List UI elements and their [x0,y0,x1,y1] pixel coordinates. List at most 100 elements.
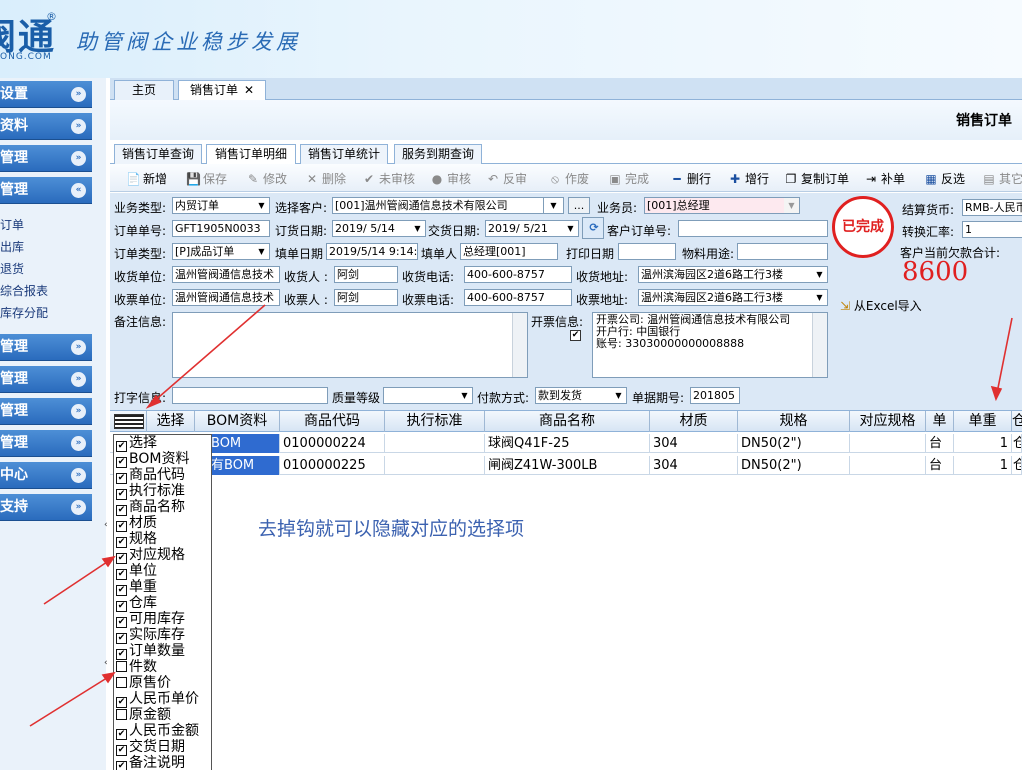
invoice-phone-field[interactable]: 400-600-8757 [464,289,572,306]
column-toggle-item[interactable]: ✔ 商品名称 [116,500,185,516]
cell-unit[interactable]: 台 [926,456,954,475]
tab-order-detail[interactable]: 销售订单明细 [206,144,296,165]
column-chooser-button[interactable] [110,411,147,432]
column-header[interactable]: 执行标准 [385,411,485,432]
tab-service-expiry[interactable]: 服务到期查询 [394,144,482,164]
currency-select[interactable]: RMB-人民币 [962,199,1022,216]
sidebar-item-manage-2[interactable]: 管理 « [0,177,92,204]
cell-unit[interactable]: 台 [926,434,954,453]
delivery-date-picker[interactable]: 2019/ 5/21 ▼ [485,220,579,237]
column-toggle-item[interactable]: 件数 [116,660,157,676]
scrollbar[interactable] [812,313,827,377]
save-button[interactable]: 💾 保存 [186,170,227,188]
cell-weight[interactable]: 1 [954,434,1012,453]
checkbox-checked-icon[interactable]: ✔ [116,457,127,468]
column-toggle-item[interactable]: ✔ 实际库存 [116,628,185,644]
cell-material[interactable]: 304 [650,434,738,453]
column-toggle-item[interactable]: ✔ 交货日期 [116,740,185,756]
sidebar-subitem-order[interactable]: 订单 [0,216,24,233]
salesman-select[interactable]: [001]总经理 ▼ [644,197,800,214]
delete-row-button[interactable]: ━ 删行 [670,170,711,188]
column-toggle-item[interactable]: ✔ 人民币单价 [116,692,199,708]
sidebar-item-support[interactable]: 支持 » [0,494,92,521]
material-use-field[interactable] [737,243,828,260]
receiver-addr-select[interactable]: 温州滨海园区2道6路工行3楼 ▼ [638,266,828,283]
supplement-button[interactable]: ⇥ 补单 [864,170,905,188]
cell-name[interactable]: 球阀Q41F-25 [485,434,650,453]
sidebar-subitem-report[interactable]: 综合报表 [0,282,48,299]
business-type-select[interactable]: 内贸订单 ▼ [172,197,270,214]
cell-spec[interactable]: DN50(2") [738,434,850,453]
fill-date-field[interactable]: 2019/5/14 9:14: [326,243,418,260]
sidebar-subitem-stock-allocation[interactable]: 库存分配 [0,304,48,321]
complete-button[interactable]: ▣ 完成 [608,170,649,188]
other-button[interactable]: ▤ 其它 [982,170,1022,188]
checkbox-checked-icon[interactable]: ✔ [116,505,127,516]
tab-order-statistics[interactable]: 销售订单统计 [300,144,388,164]
column-header[interactable]: 仓 [1012,411,1022,432]
receiver-unit-field[interactable]: 温州管阀通信息技术 [172,266,280,283]
column-toggle-item[interactable]: ✔ 订单数量 [116,644,185,660]
void-button[interactable]: ⦸ 作废 [548,170,589,188]
column-toggle-item[interactable]: ✔ 商品代码 [116,468,185,484]
cell-weight[interactable]: 1 [954,456,1012,475]
column-toggle-item[interactable]: ✔ 材质 [116,516,157,532]
scrollbar[interactable] [512,313,527,377]
checkbox-checked-icon[interactable]: ✔ [116,745,127,756]
close-icon[interactable]: ✕ [244,83,254,97]
excel-import-button[interactable]: ⇲ 从Excel导入 [840,297,922,314]
audit-button[interactable]: ● 审核 [430,170,471,188]
checkbox-checked-icon[interactable]: ✔ [116,569,127,580]
column-toggle-item[interactable]: ✔ 备注说明 [116,756,185,770]
cell-warehouse[interactable]: 仓 [1012,434,1022,453]
column-toggle-item[interactable]: ✔ 执行标准 [116,484,185,500]
column-toggle-item[interactable]: ✔ 单重 [116,580,157,596]
customer-order-field[interactable] [678,220,828,237]
column-toggle-item[interactable]: ✔ 人民币金额 [116,724,199,740]
receiver-field[interactable]: 阿剑 [334,266,398,283]
checkbox-checked-icon[interactable]: ✔ [116,553,127,564]
column-header[interactable]: 商品名称 [485,411,650,432]
checkbox-checked-icon[interactable]: ✔ [116,585,127,596]
order-no-field[interactable]: GFT1905N0033 [172,220,270,237]
cell-material[interactable]: 304 [650,456,738,475]
sidebar-subitem-outbound[interactable]: 出库 [0,238,24,255]
cell-standard[interactable] [385,456,485,475]
column-header[interactable]: 商品代码 [280,411,385,432]
checkbox-unchecked-icon[interactable] [116,709,127,720]
invoice-unit-field[interactable]: 温州管阀通信息技术 [172,289,280,306]
checkbox-checked-icon[interactable]: ✔ [116,537,127,548]
browse-button[interactable]: ... [568,197,590,214]
cell-spec[interactable]: DN50(2") [738,456,850,475]
column-toggle-item[interactable]: ✔ 单位 [116,564,157,580]
reverse-audit-button[interactable]: ↶ 反审 [486,170,527,188]
cell-match-spec[interactable] [850,434,926,453]
column-toggle-item[interactable]: 原金额 [116,708,171,724]
tab-order-query[interactable]: 销售订单查询 [114,144,202,164]
checkbox-checked-icon[interactable]: ✔ [116,697,127,708]
rate-field[interactable]: 1 [962,221,1022,238]
column-header[interactable]: 对应规格 [850,411,926,432]
checkbox-checked-icon[interactable]: ✔ [116,633,127,644]
tab-sales-order[interactable]: 销售订单 ✕ [178,80,266,100]
sidebar-item-manage-4[interactable]: 管理 » [0,366,92,393]
column-header[interactable]: BOM资料 [195,411,280,432]
cell-warehouse[interactable]: 仓 [1012,456,1022,475]
column-toggle-item[interactable]: ✔ 规格 [116,532,157,548]
cell-name[interactable]: 闸阀Z41W-300LB [485,456,650,475]
refresh-icon[interactable]: ⟳ [582,217,604,239]
column-header[interactable]: 材质 [650,411,738,432]
invoice-addr-select[interactable]: 温州滨海园区2道6路工行3楼 ▼ [638,289,828,306]
column-toggle-item[interactable]: ✔ 对应规格 [116,548,185,564]
edit-button[interactable]: ✎ 修改 [246,170,287,188]
sidebar-item-manage-1[interactable]: 管理 » [0,145,92,172]
checkbox-checked-icon[interactable]: ✔ [116,729,127,740]
checkbox-unchecked-icon[interactable] [116,661,127,672]
checkbox-checked-icon[interactable]: ✔ [116,473,127,484]
column-toggle-item[interactable]: 原售价 [116,676,171,692]
new-button[interactable]: 📄 新增 [126,170,167,188]
column-toggle-item[interactable]: ✔ 仓库 [116,596,157,612]
order-date-picker[interactable]: 2019/ 5/14 ▼ [332,220,426,237]
table-row[interactable]: 有BOM 0100000224 球阀Q41F-25 304 DN50(2") 台… [110,434,1022,453]
checkbox-checked-icon[interactable]: ✔ [116,617,127,628]
